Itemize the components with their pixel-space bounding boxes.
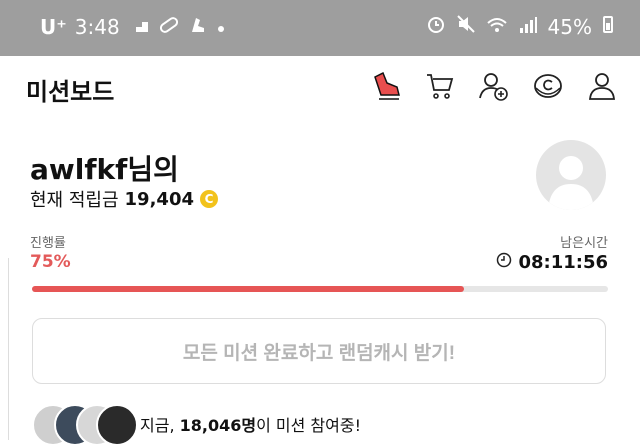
header-actions [368,68,620,104]
points-label: 현재 적립금 [30,190,119,211]
wifi-icon [486,15,508,39]
shoe-icon[interactable] [368,68,404,104]
participant-avatars [32,404,138,446]
pill-icon [158,15,180,39]
coin-icon: C [200,190,218,208]
alarm-icon [426,14,446,39]
signal-icon [518,15,538,39]
coin-c-icon[interactable] [530,68,566,104]
carrier-label: U⁺ [40,14,67,39]
side-panel-edge [0,258,9,440]
battery-percent: 45% [547,14,592,39]
participants-row: 지금, 18,046명이 미션 참여중! [32,404,361,446]
status-left: U⁺ 3:48 [40,14,226,39]
points-value: 19,404 [124,188,194,210]
add-friend-icon[interactable] [476,68,512,104]
points-row: 현재 적립금 19,404 C [30,186,218,212]
progress-label: 진행률 [30,236,66,251]
clock-icon [496,252,512,273]
participants-count: 18,046명 [179,416,257,435]
cart-icon[interactable] [422,68,458,104]
user-icon[interactable] [584,68,620,104]
page-title: 미션보드 [26,78,115,106]
progress-bar [32,286,608,292]
progress-percent: 75% [30,252,71,272]
user-greeting: awlfkf님의 [30,153,179,186]
default-avatar-icon [548,156,594,210]
status-right: 45% [426,14,614,39]
participants-suffix: 이 미션 참여중! [256,416,361,435]
dot-icon [216,15,226,39]
progress-bar-fill [32,286,464,292]
battery-icon [602,14,614,39]
claim-reward-button[interactable]: 모든 미션 완료하고 랜덤캐시 받기! [32,318,606,384]
steps-icon [128,15,150,39]
status-bar: U⁺ 3:48 45% [0,0,640,56]
app-header: 미션보드 [0,56,640,122]
avatar[interactable] [536,140,606,210]
clock-time: 3:48 [74,14,120,39]
shoe-notification-icon [188,14,208,39]
remaining-time-value: 08:11:56 [518,252,608,273]
remaining-time: 08:11:56 [496,252,608,273]
participants-text: 지금, 18,046명이 미션 참여중! [140,412,361,436]
mute-icon [456,14,476,39]
participants-prefix: 지금, [140,416,180,435]
remaining-time-label: 남은시간 [560,236,608,251]
